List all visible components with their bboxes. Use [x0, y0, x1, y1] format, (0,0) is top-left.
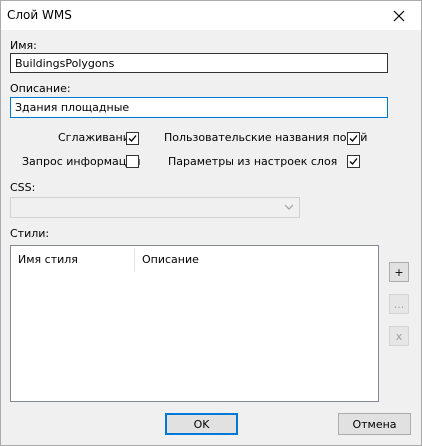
check-icon	[349, 158, 358, 165]
check-icon	[128, 135, 137, 142]
description-input[interactable]: Здания площадные	[10, 97, 388, 118]
custom-field-names-label: Пользовательские названия полей	[164, 131, 368, 144]
name-input-value: BuildingsPolygons	[15, 56, 115, 70]
custom-field-names-checkbox[interactable]	[347, 132, 360, 145]
css-label: CSS:	[10, 181, 36, 194]
window-title: Слой WMS	[7, 8, 72, 22]
remove-icon: x	[395, 329, 403, 343]
description-input-value: Здания площадные	[15, 101, 130, 114]
styles-list[interactable]: Имя стиля Описание	[10, 245, 379, 402]
css-combobox[interactable]	[10, 197, 300, 218]
layer-settings-params-label: Параметры из настроек слоя	[168, 155, 338, 168]
title-bar: Слой WMS	[0, 0, 422, 30]
layer-settings-params-checkbox[interactable]	[347, 155, 360, 168]
edit-style-button[interactable]: ...	[389, 294, 409, 314]
styles-label: Стили:	[10, 227, 50, 240]
name-input[interactable]: BuildingsPolygons	[10, 53, 388, 73]
smoothing-checkbox[interactable]	[126, 132, 139, 145]
chevron-down-icon	[284, 204, 294, 210]
ellipsis-icon: ...	[393, 297, 405, 311]
name-label: Имя:	[10, 39, 37, 52]
cancel-button[interactable]: Отмена	[338, 413, 411, 435]
add-style-button[interactable]: +	[389, 262, 409, 282]
column-header-style-name[interactable]: Имя стиля	[11, 246, 134, 273]
remove-style-button[interactable]: x	[389, 326, 409, 346]
ok-button[interactable]: OK	[165, 413, 238, 435]
close-icon	[393, 10, 405, 21]
check-icon	[349, 135, 358, 142]
info-request-label: Запрос информации	[22, 155, 141, 168]
plus-icon: +	[394, 265, 404, 279]
description-label: Описание:	[10, 82, 71, 95]
close-button[interactable]	[377, 1, 421, 30]
column-header-description[interactable]: Описание	[135, 246, 255, 273]
info-request-checkbox[interactable]	[126, 155, 139, 168]
smoothing-label: Сглаживание	[58, 131, 137, 144]
